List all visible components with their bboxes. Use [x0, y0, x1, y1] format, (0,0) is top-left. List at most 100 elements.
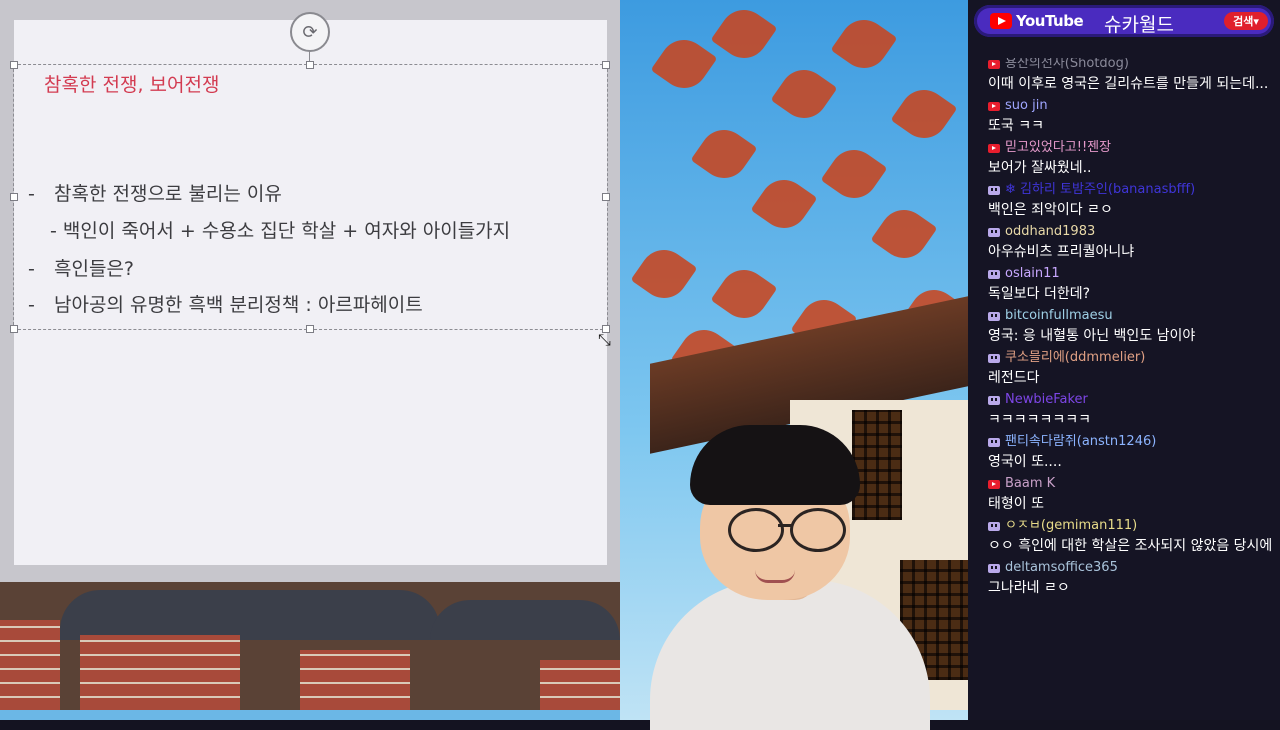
presenter-hair [690, 425, 860, 505]
bullet-dash: - [28, 294, 35, 316]
glasses-right-lens [790, 508, 846, 552]
chat-username[interactable]: ㅇㅈㅂ(gemiman111) [1005, 516, 1137, 536]
chat-message-text: ㅇㅇ 흑인에 대한 학살은 조사되지 않았음 당시에 [988, 538, 1273, 554]
resize-handle-top-right[interactable] [602, 61, 610, 69]
chat-username-row: Baam K [988, 474, 1276, 494]
tiled-roof [60, 590, 440, 640]
bullet-text: 흑인들은? [54, 258, 135, 280]
chat-message: 용산의선사(Shotdog) 이때 이후로 영국은 길리슈트를 만들게 되는데..… [988, 58, 1276, 94]
resize-handle-top[interactable] [306, 61, 314, 69]
slide-bullet: - 참혹한 전쟁으로 불리는 이유 [28, 179, 282, 206]
chat-message: Baam K 태형이 또 [988, 474, 1276, 514]
chat-message-text: 태형이 또 [988, 496, 1044, 512]
slide-bullet: - 흑인들은? [28, 254, 134, 281]
slide-title: 참혹한 전쟁, 보어전쟁 [44, 74, 220, 96]
chat-username[interactable]: Baam K [1005, 474, 1055, 494]
chat-username[interactable]: deltamsoffice365 [1005, 558, 1118, 578]
brick-wall [80, 635, 240, 710]
chat-username[interactable]: bitcoinfullmaesu [1005, 306, 1113, 326]
twitch-icon [988, 563, 1000, 573]
bullet-text: 남아공의 유명한 흑백 분리정책 : 아르파헤이트 [54, 294, 423, 316]
chat-username-row: 쿠소믈리에(ddmmelier) [988, 348, 1276, 368]
chat-username-row: ㅇㅈㅂ(gemiman111) [988, 516, 1276, 536]
chat-message: 쿠소믈리에(ddmmelier) 레전드다 [988, 348, 1276, 388]
chat-username[interactable]: oddhand1983 [1005, 222, 1095, 242]
chat-username[interactable]: NewbieFaker [1005, 390, 1088, 410]
chat-username-row: suo jin [988, 96, 1276, 116]
twitch-icon [988, 395, 1000, 405]
chat-username-row: oddhand1983 [988, 222, 1276, 242]
twitch-icon [988, 269, 1000, 279]
search-label: 검색 [1233, 15, 1254, 28]
chat-message-text: 보어가 잘싸웠네.. [988, 160, 1092, 176]
presenter-shirt [650, 580, 930, 730]
chat-message: ❄ 김하리 토밤주인(bananasbfff) 백인은 죄악이다 ㄹㅇ [988, 180, 1276, 220]
chat-username-row: 용산의선사(Shotdog) [988, 58, 1276, 74]
slide-bullet: - 남아공의 유명한 흑백 분리정책 : 아르파헤이트 [28, 290, 423, 317]
bullet-text: - 백인이 죽어서 + 수용소 집단 학살 + 여자와 아이들가지 [50, 220, 511, 242]
chat-message: deltamsoffice365 그나라네 ㄹㅇ [988, 558, 1276, 598]
channel-name: 슈카월드 [1104, 14, 1174, 36]
chat-message: 팬티속다람쥐(anstn1246) 영국이 또.... [988, 432, 1276, 472]
chat-header: YouTube 슈카월드 검색 ▾ [974, 5, 1274, 37]
chat-username[interactable]: 팬티속다람쥐(anstn1246) [1005, 432, 1156, 452]
twitch-icon [988, 311, 1000, 321]
chat-username[interactable]: 용산의선사(Shotdog) [1005, 58, 1129, 74]
twitch-icon [988, 521, 1000, 531]
rotate-handle-icon[interactable]: ⟳ [290, 12, 330, 52]
glasses-left-lens [728, 508, 784, 552]
chat-username-row: oslain11 [988, 264, 1276, 284]
youtube-logo-icon [990, 13, 1012, 29]
search-button[interactable]: 검색 ▾ [1224, 12, 1268, 30]
chat-username-row: NewbieFaker [988, 390, 1276, 410]
chat-username[interactable]: oslain11 [1005, 264, 1060, 284]
chat-message-text: 레전드다 [988, 370, 1040, 386]
chat-message: bitcoinfullmaesu 영국: 응 내혈통 아닌 백인도 남이야 [988, 306, 1276, 346]
bullet-dash: - [28, 183, 35, 205]
chat-message: oddhand1983 아우슈비츠 프리퀄아니냐 [988, 222, 1276, 262]
chat-message: 믿고있었다고!!젠장보어가 잘싸웠네.. [988, 138, 1276, 178]
chat-username[interactable]: 믿고있었다고!!젠장 [1005, 138, 1111, 158]
chat-username-row: bitcoinfullmaesu [988, 306, 1276, 326]
resize-cursor-icon: ⤡ [598, 330, 611, 349]
chat-message-text: 영국: 응 내혈통 아닌 백인도 남이야 [988, 328, 1196, 344]
chat-username-row: 믿고있었다고!!젠장 [988, 138, 1276, 158]
resize-handle-bottom[interactable] [306, 325, 314, 333]
resize-handle-bottom-left[interactable] [10, 325, 18, 333]
chat-message-text: 백인은 죄악이다 ㄹㅇ [988, 202, 1113, 218]
chat-message: ㅇㅈㅂ(gemiman111) ㅇㅇ 흑인에 대한 학살은 조사되지 않았음 당시… [988, 516, 1276, 556]
brick-wall [300, 650, 410, 710]
chat-message-text: 또국 ㅋㅋ [988, 118, 1044, 134]
resize-handle-top-left[interactable] [10, 61, 18, 69]
chat-username[interactable]: suo jin [1005, 96, 1048, 116]
youtube-icon [988, 59, 1000, 69]
twitch-icon [988, 227, 1000, 237]
chat-message: suo jin 또국 ㅋㅋ [988, 96, 1276, 136]
youtube-brand: YouTube [1016, 12, 1084, 30]
chat-username-row: ❄ 김하리 토밤주인(bananasbfff) [988, 180, 1276, 200]
slide-bullet: - 백인이 죽어서 + 수용소 집단 학살 + 여자와 아이들가지 [50, 216, 510, 243]
chat-message: NewbieFaker ㅋㅋㅋㅋㅋㅋㅋㅋ [988, 390, 1276, 430]
twitch-icon [988, 437, 1000, 447]
twitch-icon [988, 353, 1000, 363]
resize-handle-left[interactable] [10, 193, 18, 201]
chat-message-text: 영국이 또.... [988, 454, 1062, 470]
chat-username-row: deltamsoffice365 [988, 558, 1276, 578]
resize-handle-right[interactable] [602, 193, 610, 201]
tiled-roof [430, 600, 620, 640]
chat-message: oslain11 독일보다 더한데? [988, 264, 1276, 304]
chat-panel: YouTube 슈카월드 검색 ▾ 용산의선사(Shotdog) 이때 이후로 영국… [968, 0, 1280, 720]
chat-message-text: ㅋㅋㅋㅋㅋㅋㅋㅋ [988, 412, 1092, 428]
brick-wall [0, 620, 60, 710]
chat-username[interactable]: 쿠소믈리에(ddmmelier) [1005, 348, 1145, 368]
youtube-icon [988, 101, 1000, 111]
chat-username[interactable]: ❄ 김하리 토밤주인(bananasbfff) [1005, 180, 1195, 200]
chat-username-row: 팬티속다람쥐(anstn1246) [988, 432, 1276, 452]
glasses-bridge [778, 524, 792, 527]
chat-message-list[interactable]: 용산의선사(Shotdog) 이때 이후로 영국은 길리슈트를 만들게 되는데..… [988, 58, 1276, 718]
bullet-text: 참혹한 전쟁으로 불리는 이유 [54, 183, 282, 205]
chat-message-text: 독일보다 더한데? [988, 286, 1091, 302]
chat-message-text: 그나라네 ㄹㅇ [988, 580, 1070, 596]
chat-message-text: 아우슈비츠 프리퀄아니냐 [988, 244, 1135, 260]
presenter-webcam [640, 420, 940, 730]
